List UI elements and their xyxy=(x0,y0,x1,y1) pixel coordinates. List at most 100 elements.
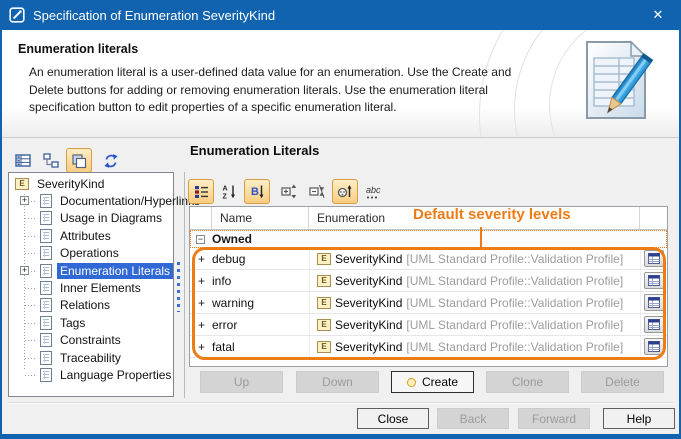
banner-heading: Enumeration literals xyxy=(18,42,138,56)
down-button[interactable]: Down xyxy=(296,371,379,393)
close-window-button[interactable]: ✕ xyxy=(635,0,681,30)
tree-item-inner-elements[interactable]: Inner Elements xyxy=(9,279,173,296)
filter-by-name-button[interactable]: abc xyxy=(360,179,390,204)
row-expand-icon[interactable]: + xyxy=(190,252,212,266)
show-inherited-button[interactable] xyxy=(332,179,358,204)
open-specification-button[interactable] xyxy=(644,316,664,333)
open-specification-button[interactable] xyxy=(644,250,664,267)
expand-nodes-button[interactable] xyxy=(276,179,302,204)
svg-text:B: B xyxy=(251,186,259,198)
tree-root-severitykind[interactable]: E SeverityKind xyxy=(9,175,173,192)
tree-connector xyxy=(25,218,37,219)
profile-path: [UML Standard Profile::Validation Profil… xyxy=(406,340,623,354)
dialog-border xyxy=(0,30,2,435)
tree-item-language-properties[interactable]: Language Properties xyxy=(9,366,173,383)
table-header: Name Enumeration xyxy=(190,207,667,230)
tree-item-enumeration-literals[interactable]: + Enumeration Literals xyxy=(9,262,173,279)
open-specification-button[interactable] xyxy=(644,272,664,289)
enumeration-literals-table: Name Enumeration − Owned + debug E Sever… xyxy=(189,206,668,367)
enumeration-name: SeverityKind xyxy=(335,318,402,332)
header-name[interactable]: Name xyxy=(212,207,309,229)
tree-connector xyxy=(25,358,37,359)
close-button-label: Close xyxy=(378,412,409,426)
table-row-fatal[interactable]: + fatal E SeverityKind [UML Standard Pro… xyxy=(190,336,667,358)
specification-window-icon xyxy=(648,341,660,352)
expand-toggle-icon[interactable]: + xyxy=(20,196,29,205)
down-button-label: Down xyxy=(322,375,353,389)
properties-view-button[interactable] xyxy=(10,148,36,173)
close-button[interactable]: Close xyxy=(357,408,429,429)
help-button[interactable]: Help xyxy=(603,408,675,429)
row-expand-icon[interactable]: + xyxy=(190,318,212,332)
create-button[interactable]: Create xyxy=(391,371,474,393)
enumeration-icon: E xyxy=(317,297,331,309)
header-spec-column xyxy=(640,207,667,229)
page-icon xyxy=(40,368,52,382)
group-row-owned[interactable]: − Owned xyxy=(190,230,667,248)
create-circle-icon xyxy=(407,378,416,387)
tree-root-label: SeverityKind xyxy=(34,176,107,192)
sort-by-type-button[interactable]: B xyxy=(244,179,270,204)
clone-button[interactable]: Clone xyxy=(486,371,569,393)
page-icon xyxy=(40,229,52,243)
up-button[interactable]: Up xyxy=(200,371,283,393)
row-expand-icon[interactable]: + xyxy=(190,296,212,310)
group-label: Owned xyxy=(212,232,252,246)
tree-item-label: Constraints xyxy=(57,332,124,348)
splitter-handle[interactable] xyxy=(177,262,180,312)
tree-item-label: Traceability xyxy=(57,350,124,366)
tree-item-label: Usage in Diagrams xyxy=(57,210,165,226)
row-expand-icon[interactable]: + xyxy=(190,340,212,354)
collapse-nodes-button[interactable] xyxy=(304,179,330,204)
tree-connector xyxy=(25,288,37,289)
tree-structure-icon xyxy=(43,153,59,168)
sort-alphabetically-button[interactable]: A Z xyxy=(216,179,242,204)
refresh-icon xyxy=(103,153,119,169)
sort-by-type-icon: B xyxy=(250,184,265,199)
banner: Enumeration literals An enumeration lite… xyxy=(2,30,679,138)
tree-item-documentation-hyperlinks[interactable]: + Documentation/Hyperlinks xyxy=(9,192,173,209)
enumeration-name: SeverityKind xyxy=(335,274,402,288)
enumeration-icon: E xyxy=(15,178,29,190)
enumeration-name: SeverityKind xyxy=(335,296,402,310)
stacked-panels-icon xyxy=(71,153,87,169)
expand-toggle-icon[interactable]: + xyxy=(20,266,29,275)
page-icon xyxy=(40,211,52,225)
stacked-view-button[interactable] xyxy=(66,148,92,173)
enumeration-cell: E SeverityKind [UML Standard Profile::Va… xyxy=(309,270,640,291)
table-row-warning[interactable]: + warning E SeverityKind [UML Standard P… xyxy=(190,292,667,314)
dialog-border xyxy=(0,434,681,439)
table-row-info[interactable]: + info E SeverityKind [UML Standard Prof… xyxy=(190,270,667,292)
header-enumeration[interactable]: Enumeration xyxy=(309,207,640,229)
spec-cell xyxy=(640,314,667,335)
delete-button[interactable]: Delete xyxy=(581,371,664,393)
enumeration-cell: E SeverityKind [UML Standard Profile::Va… xyxy=(309,314,640,335)
tree-item-operations[interactable]: Operations xyxy=(9,245,173,262)
profile-path: [UML Standard Profile::Validation Profil… xyxy=(406,318,623,332)
table-row-error[interactable]: + error E SeverityKind [UML Standard Pro… xyxy=(190,314,667,336)
page-icon xyxy=(40,281,52,295)
tree-item-tags[interactable]: Tags xyxy=(9,314,173,331)
enumeration-icon: E xyxy=(317,253,331,265)
back-button[interactable]: Back xyxy=(437,408,509,429)
forward-button[interactable]: Forward xyxy=(518,408,590,429)
tree-item-traceability[interactable]: Traceability xyxy=(9,349,173,366)
tree-item-attributes[interactable]: Attributes xyxy=(9,227,173,244)
delete-button-label: Delete xyxy=(605,375,640,389)
tree-item-usage-in-diagrams[interactable]: Usage in Diagrams xyxy=(9,210,173,227)
page-icon xyxy=(40,298,52,312)
tree-view-button[interactable] xyxy=(38,148,64,173)
open-specification-button[interactable] xyxy=(644,294,664,311)
collapse-toggle-icon[interactable]: − xyxy=(196,235,205,244)
tree-item-relations[interactable]: Relations xyxy=(9,297,173,314)
refresh-button[interactable] xyxy=(98,148,124,173)
tree-item-label: Inner Elements xyxy=(57,280,144,296)
tree-item-constraints[interactable]: Constraints xyxy=(9,332,173,349)
open-specification-button[interactable] xyxy=(644,338,664,355)
spec-cell xyxy=(640,292,667,313)
clone-button-label: Clone xyxy=(512,375,543,389)
row-expand-icon[interactable]: + xyxy=(190,274,212,288)
svg-text:A: A xyxy=(222,186,227,193)
table-row-debug[interactable]: + debug E SeverityKind [UML Standard Pro… xyxy=(190,248,667,270)
grid-view-button[interactable] xyxy=(188,179,214,204)
